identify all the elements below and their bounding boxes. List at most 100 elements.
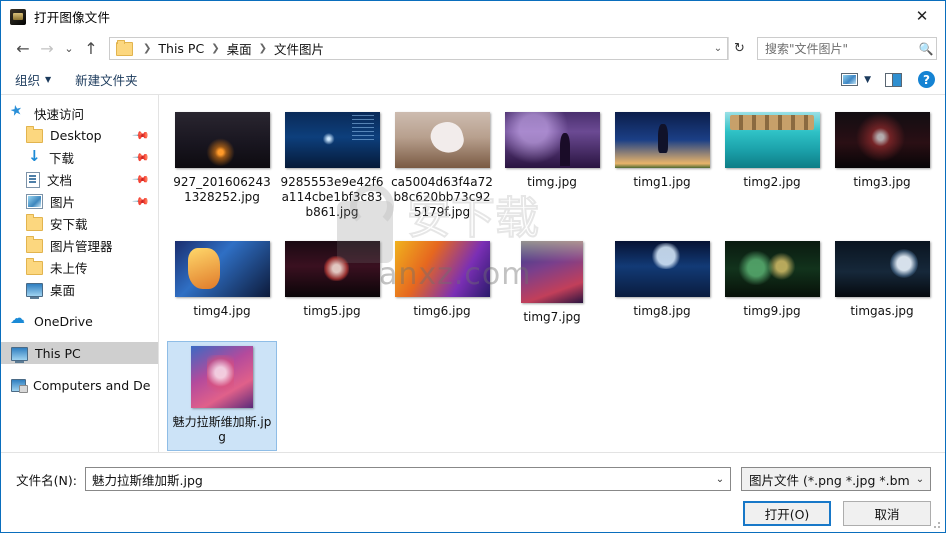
- cloud-icon: [10, 309, 27, 329]
- preview-pane-icon[interactable]: [885, 72, 902, 87]
- thumbnail: [174, 241, 270, 297]
- thumbnail: [504, 112, 600, 168]
- sidebar-item-label: 安下载: [50, 216, 88, 232]
- file-item[interactable]: timg3.jpg: [827, 107, 937, 226]
- sidebar-item-desktop-cn[interactable]: 桌面: [1, 278, 158, 300]
- file-item[interactable]: 9285553e9e42f6a114cbe1bf3c83b861.jpg: [277, 107, 387, 226]
- file-item[interactable]: timg8.jpg: [607, 236, 717, 331]
- sidebar-item-label: 快速访问: [34, 106, 85, 122]
- button-row: 打开(O) 取消: [15, 501, 931, 526]
- file-item[interactable]: ca5004d63f4a72b8c620bb73c925179f.jpg: [387, 107, 497, 226]
- sidebar-item-quick-access[interactable]: 快速访问: [1, 102, 158, 124]
- open-file-dialog: 打开图像文件 ✕ ← → ⌄ ↑ ❯ This PC ❯ 桌面 ❯ 文件图片 ⌄…: [0, 0, 946, 533]
- resize-grip[interactable]: [931, 519, 941, 529]
- sidebar-item-label: This PC: [35, 345, 81, 361]
- thumbnail: [834, 112, 930, 168]
- thumbnail: [394, 112, 490, 168]
- breadcrumb-dropdown-icon[interactable]: ⌄: [709, 38, 727, 59]
- folder-icon: [26, 258, 43, 275]
- file-name: timg6.jpg: [413, 304, 471, 318]
- dialog-body: 快速访问 Desktop 📌 下载 📌 文档 📌 图片 📌: [1, 95, 945, 452]
- download-icon: [26, 147, 42, 165]
- file-item[interactable]: timg9.jpg: [717, 236, 827, 331]
- sidebar-item-picture-manager[interactable]: 图片管理器: [1, 234, 158, 256]
- pin-icon[interactable]: 📌: [132, 126, 151, 145]
- sidebar-item-this-pc[interactable]: This PC: [1, 342, 158, 364]
- file-name: timgas.jpg: [850, 304, 914, 318]
- file-item[interactable]: timg7.jpg: [497, 236, 607, 331]
- filetype-select[interactable]: 图片文件 (*.png *.jpg *.bmp) ⌄: [741, 467, 931, 491]
- thumbnail: [284, 241, 380, 297]
- sidebar-item-computers-and-devices[interactable]: Computers and De: [1, 374, 158, 396]
- view-mode-icon[interactable]: [841, 73, 859, 86]
- organize-button[interactable]: 组织 ▼: [15, 70, 51, 89]
- file-item[interactable]: timgas.jpg: [827, 236, 937, 331]
- file-item[interactable]: timg2.jpg: [717, 107, 827, 226]
- search-icon: 🔍: [918, 41, 934, 56]
- monitor-icon: [11, 346, 28, 363]
- sidebar-item-downloads[interactable]: 下载 📌: [1, 146, 158, 168]
- file-item[interactable]: timg1.jpg: [607, 107, 717, 226]
- help-icon[interactable]: ?: [918, 71, 935, 88]
- file-item-selected[interactable]: 魅力拉斯维加斯.jpg: [167, 341, 277, 451]
- sidebar-item-documents[interactable]: 文档 📌: [1, 168, 158, 190]
- sidebar-item-label: 文档: [47, 172, 73, 188]
- open-button[interactable]: 打开(O): [743, 501, 831, 526]
- search-input[interactable]: 搜索"文件图片" 🔍: [757, 37, 937, 60]
- file-name: timg4.jpg: [193, 304, 251, 318]
- breadcrumb-item-0[interactable]: This PC: [156, 41, 206, 56]
- file-item[interactable]: timg5.jpg: [277, 236, 387, 331]
- file-item[interactable]: timg.jpg: [497, 107, 607, 226]
- cancel-button[interactable]: 取消: [843, 501, 931, 526]
- pin-icon[interactable]: 📌: [132, 170, 151, 189]
- thumbnail: [614, 112, 710, 168]
- file-item[interactable]: timg6.jpg: [387, 236, 497, 331]
- app-icon: [10, 8, 26, 25]
- sidebar-item-pictures[interactable]: 图片 📌: [1, 190, 158, 212]
- breadcrumb-item-2[interactable]: 文件图片: [272, 39, 326, 58]
- star-icon: [11, 106, 27, 121]
- sidebar-item-label: 未上传: [50, 260, 88, 276]
- file-list[interactable]: 927_2016062431328252.jpg 9285553e9e42f6a…: [159, 95, 945, 452]
- chevron-down-icon[interactable]: ▼: [860, 75, 879, 85]
- filename-input[interactable]: 魅力拉斯维加斯.jpg ⌄: [85, 467, 731, 491]
- file-name: ca5004d63f4a72b8c620bb73c925179f.jpg: [391, 175, 493, 219]
- sidebar-item-onedrive[interactable]: OneDrive: [1, 309, 158, 332]
- forward-button[interactable]: →: [35, 37, 59, 61]
- close-icon[interactable]: ✕: [899, 1, 945, 31]
- recent-locations-button[interactable]: ⌄: [59, 37, 79, 61]
- up-button[interactable]: ↑: [79, 37, 103, 61]
- chevron-down-icon[interactable]: ⌄: [910, 474, 930, 485]
- sidebar-item-desktop[interactable]: Desktop 📌: [1, 124, 158, 146]
- breadcrumb-item-1[interactable]: 桌面: [225, 39, 254, 58]
- view-controls: ▼ ?: [841, 71, 935, 88]
- file-name: timg5.jpg: [303, 304, 361, 318]
- chevron-down-icon[interactable]: ⌄: [710, 474, 730, 485]
- navigation-bar: ← → ⌄ ↑ ❯ This PC ❯ 桌面 ❯ 文件图片 ⌄ ↻ 搜索"文件图…: [1, 32, 945, 65]
- thumbnail: [284, 112, 380, 168]
- sidebar-item-label: OneDrive: [34, 313, 93, 329]
- file-item[interactable]: 927_2016062431328252.jpg: [167, 107, 277, 226]
- breadcrumb-separator: ❯: [211, 43, 220, 54]
- file-grid: 927_2016062431328252.jpg 9285553e9e42f6a…: [167, 107, 945, 452]
- sidebar-item-not-uploaded[interactable]: 未上传: [1, 256, 158, 278]
- file-item[interactable]: timg4.jpg: [167, 236, 277, 331]
- file-name: timg1.jpg: [633, 175, 691, 189]
- file-name: timg9.jpg: [743, 304, 801, 318]
- sidebar-item-anxiazai[interactable]: 安下载: [1, 212, 158, 234]
- filename-value: 魅力拉斯维加斯.jpg: [92, 472, 203, 488]
- refresh-icon[interactable]: ↻: [728, 37, 750, 60]
- file-name: 927_2016062431328252.jpg: [173, 175, 271, 204]
- folder-icon: [116, 39, 133, 56]
- pin-icon[interactable]: 📌: [132, 192, 151, 211]
- breadcrumb-separator: ❯: [143, 43, 152, 54]
- thumbnail: [521, 241, 583, 303]
- filename-label: 文件名(N):: [16, 472, 77, 488]
- thumbnail: [834, 241, 930, 297]
- title-bar: 打开图像文件 ✕: [1, 1, 945, 32]
- breadcrumb[interactable]: ❯ This PC ❯ 桌面 ❯ 文件图片 ⌄: [109, 37, 728, 60]
- pin-icon[interactable]: 📌: [132, 148, 151, 167]
- new-folder-button[interactable]: 新建文件夹: [75, 70, 138, 89]
- back-button[interactable]: ←: [11, 37, 35, 61]
- thumbnail: [724, 241, 820, 297]
